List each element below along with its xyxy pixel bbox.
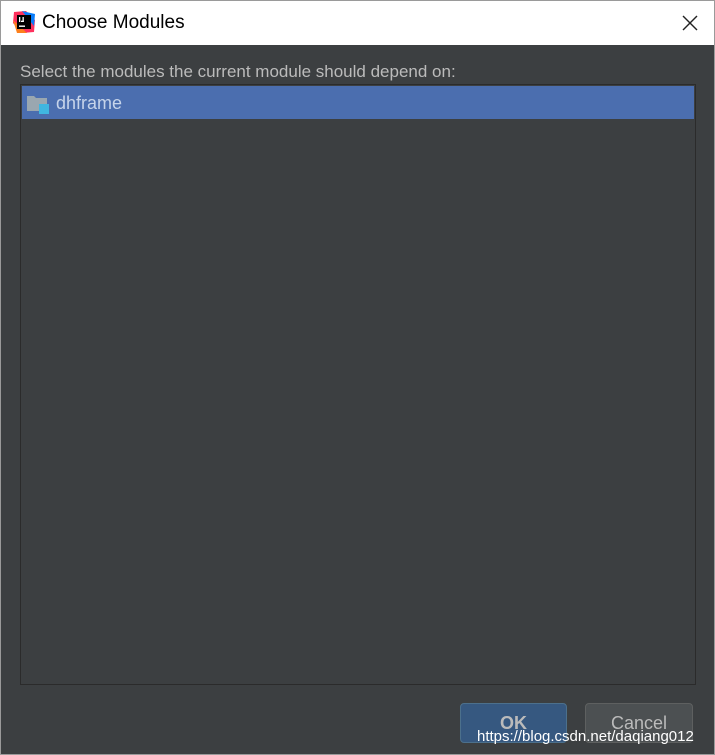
module-list[interactable]: dhframe	[20, 84, 696, 685]
module-name: dhframe	[56, 93, 123, 113]
instruction-label: Select the modules the current module sh…	[20, 62, 456, 81]
title-bar: Choose Modules	[1, 1, 714, 45]
module-folder-icon	[26, 93, 50, 115]
window-title: Choose Modules	[42, 12, 185, 33]
intellij-idea-icon	[13, 11, 35, 33]
choose-modules-dialog: Choose Modules Select the modules the cu…	[0, 0, 715, 755]
close-icon	[682, 15, 698, 31]
close-button[interactable]	[673, 8, 707, 38]
watermark: https://blog.csdn.net/daqiang012	[477, 728, 694, 745]
list-item-dhframe[interactable]: dhframe	[22, 86, 694, 119]
